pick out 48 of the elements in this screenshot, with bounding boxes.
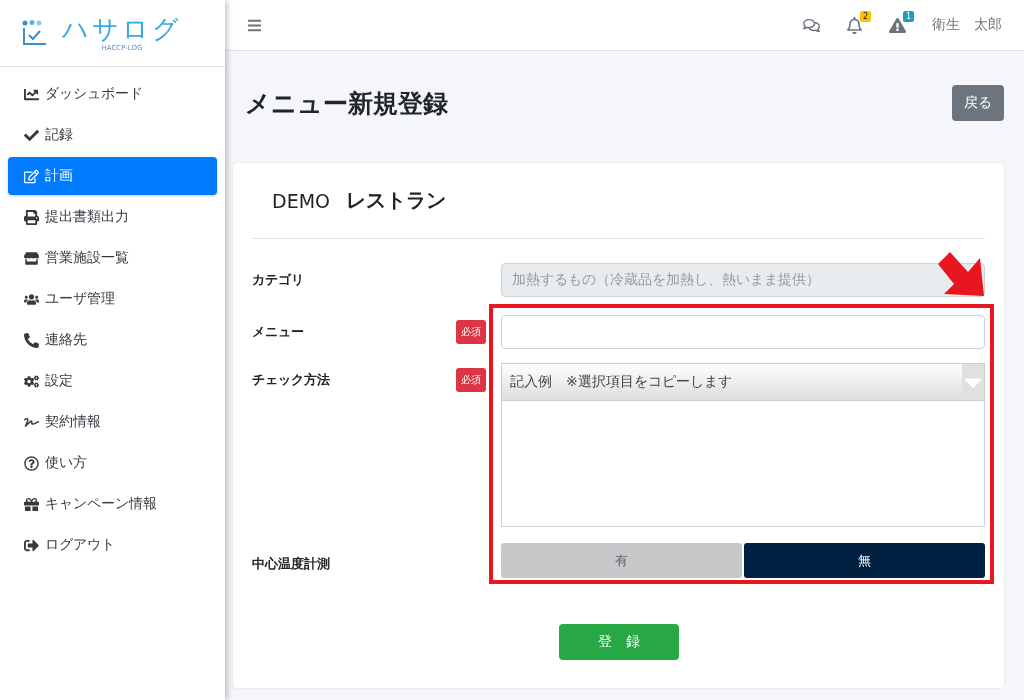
required-tag: 必須 xyxy=(456,320,486,344)
field-label: メニュー xyxy=(252,323,305,341)
gears-icon xyxy=(24,373,39,389)
logo-icon xyxy=(22,20,48,46)
store-prefix: DEMO xyxy=(272,189,330,212)
field-label: カテゴリ xyxy=(252,271,305,289)
logo-text: ハサログ xyxy=(62,14,182,44)
required-tag: 必須 xyxy=(456,368,486,392)
sidebar-item[interactable]: 契約情報 xyxy=(8,403,217,441)
sidebar-item[interactable]: キャンペーン情報 xyxy=(8,485,217,523)
bell-icon[interactable] xyxy=(846,16,863,34)
check-method-select[interactable]: 記入例 ※選択項目をコピーします xyxy=(501,363,985,401)
logout-icon xyxy=(24,537,39,553)
sidebar-item[interactable]: 営業施設一覧 xyxy=(8,239,217,277)
menu-icon[interactable] xyxy=(247,17,262,33)
check-method-textarea[interactable] xyxy=(501,401,985,527)
sidebar-item[interactable]: 設定 xyxy=(8,362,217,400)
printer-icon xyxy=(24,209,39,225)
store-name: レストラン xyxy=(346,187,446,214)
toggle-option[interactable]: 有 xyxy=(501,543,742,578)
field-label: チェック方法 xyxy=(252,371,331,389)
warning-icon[interactable] xyxy=(889,16,906,34)
sidebar-item[interactable]: ユーザ管理 xyxy=(8,280,217,318)
users-icon xyxy=(24,291,39,307)
edit-icon xyxy=(24,168,39,184)
check-icon xyxy=(24,127,39,143)
sidebar-item[interactable]: 連絡先 xyxy=(8,321,217,359)
chat-icon[interactable] xyxy=(803,16,820,34)
user-name[interactable]: 衛生 太郎 xyxy=(932,16,1002,34)
count-badge: 2 xyxy=(859,10,871,22)
gift-icon xyxy=(24,496,39,512)
sidebar-item[interactable]: ログアウト xyxy=(8,526,217,564)
sidebar-item[interactable]: 計画 xyxy=(8,157,217,195)
count-badge: 1 xyxy=(902,10,914,22)
back-button[interactable]: 戻る xyxy=(952,85,1004,121)
sidebar-item[interactable]: 使い方 xyxy=(8,444,217,482)
store-icon xyxy=(24,250,39,266)
field-label: 中心温度計測 xyxy=(252,555,331,573)
toggle-option[interactable]: 無 xyxy=(744,543,985,578)
help-icon xyxy=(24,455,39,471)
phone-icon xyxy=(24,332,39,348)
sidebar-item[interactable]: 提出書類出力 xyxy=(8,198,217,236)
chart-icon xyxy=(24,86,39,102)
sidebar-item[interactable]: 記録 xyxy=(8,116,217,154)
menu-input[interactable] xyxy=(501,315,985,349)
arrow-icon xyxy=(938,250,986,296)
sidebar-item[interactable]: ダッシュボード xyxy=(8,75,217,113)
page-title: メニュー新規登録 xyxy=(245,87,448,120)
